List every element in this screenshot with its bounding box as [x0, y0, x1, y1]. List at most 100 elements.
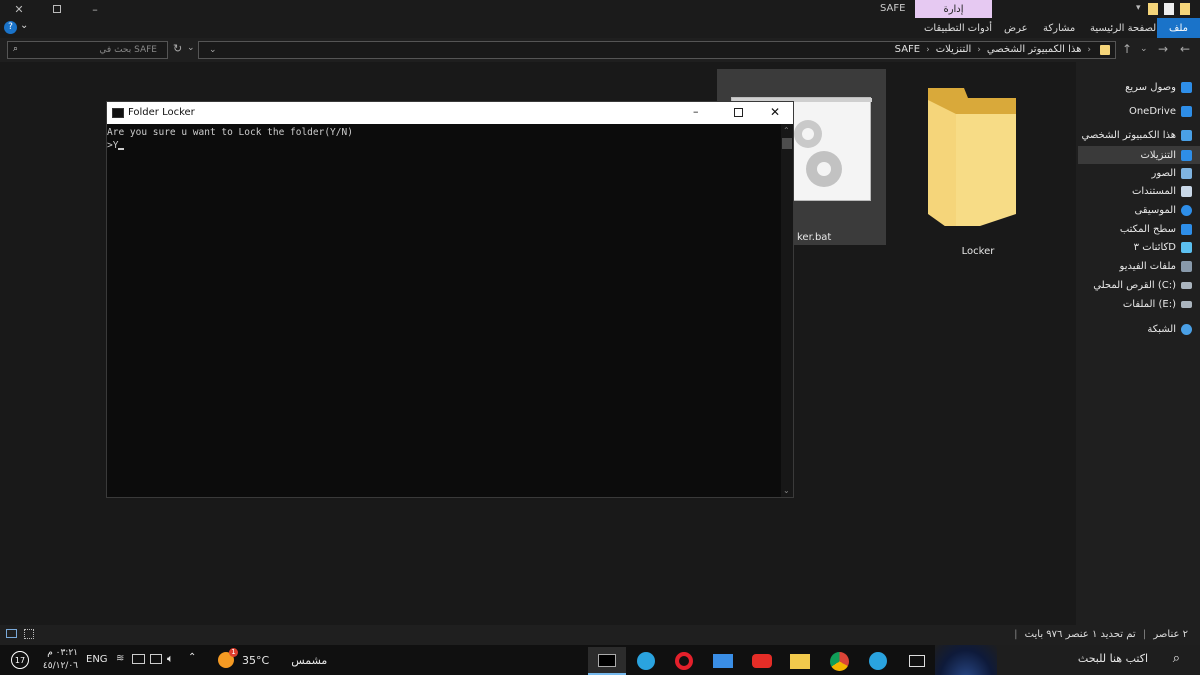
cmd-icon	[112, 108, 124, 118]
cmd-window[interactable]: Folder Locker – ✕ Are you sure u want to…	[106, 101, 794, 498]
video-icon	[1181, 260, 1192, 272]
nav-label: الشبكة	[1147, 323, 1176, 335]
properties-icon[interactable]	[1164, 3, 1174, 15]
cmd-minimize-button[interactable]: –	[693, 105, 699, 118]
file-explorer-icon	[790, 653, 810, 669]
back-arrow-icon[interactable]: ←	[1180, 42, 1190, 56]
minimize-window-button[interactable]: –	[76, 0, 114, 18]
nav-item-downloads[interactable]: التنزيلات	[1078, 146, 1200, 164]
cmd-scrollbar[interactable]: ⌃ ⌄	[781, 124, 793, 497]
details-view-icon[interactable]	[6, 629, 17, 638]
task-view-button[interactable]	[898, 647, 936, 675]
volume-icon[interactable]: 🔈︎	[167, 652, 174, 666]
tab-share[interactable]: مشاركة	[1043, 18, 1075, 38]
objects-3d-icon	[1181, 241, 1192, 253]
nav-item-onedrive[interactable]: OneDrive	[1129, 102, 1192, 120]
qat-dropdown-icon[interactable]: ▾	[1136, 3, 1141, 13]
taskbar-app-mail[interactable]	[704, 647, 742, 675]
file-item-locker[interactable]: Locker	[898, 76, 1058, 257]
nav-item-videos[interactable]: ملفات الفيديو	[1120, 257, 1192, 275]
ribbon-expand-icon[interactable]: ⌄	[20, 20, 28, 31]
nav-label: وصول سريع	[1125, 81, 1176, 93]
folder-icon	[1180, 3, 1190, 15]
scroll-down-icon[interactable]: ⌄	[783, 486, 790, 495]
taskbar-app-telegram-2[interactable]	[859, 647, 897, 675]
taskbar-app-chrome[interactable]	[820, 647, 858, 675]
breadcrumb-safe[interactable]: SAFE	[895, 44, 920, 55]
breadcrumb-downloads[interactable]: التنزيلات	[936, 44, 972, 55]
refresh-icon[interactable]: ↻	[173, 42, 182, 55]
address-bar[interactable]: ⌄ ‹ هذا الكمبيوتر الشخصي ‹ التنزيلات ‹ S…	[198, 41, 1116, 59]
nav-item-quick-access[interactable]: وصول سريع	[1125, 78, 1192, 96]
new-folder-icon[interactable]	[1148, 3, 1158, 15]
tab-file[interactable]: ملف	[1157, 18, 1200, 38]
taskbar-app-cmd[interactable]	[588, 647, 626, 675]
cmd-app-icon	[598, 653, 616, 667]
nav-item-local-disk-c[interactable]: القرص المحلي (C:)	[1093, 276, 1192, 294]
search-input[interactable]: ⌕ بحث في SAFE	[7, 41, 168, 59]
nav-label: المستندات	[1131, 185, 1176, 197]
nav-item-desktop[interactable]: سطح المكتب	[1120, 220, 1192, 238]
nav-item-3d-objects[interactable]: كائنات ٣D	[1134, 238, 1192, 256]
scroll-up-icon[interactable]: ⌃	[783, 126, 790, 135]
status-bar: ٢ عناصر | تم تحديد ١ عنصر ٩٧٦ بايت |	[0, 625, 1200, 645]
restore-window-button[interactable]	[38, 0, 76, 18]
forward-arrow-icon[interactable]: →	[1158, 42, 1168, 56]
tab-view[interactable]: عرض	[1004, 18, 1028, 38]
nav-item-network[interactable]: الشبكة	[1147, 320, 1192, 338]
youtube-icon	[752, 654, 772, 668]
nav-item-documents[interactable]: المستندات	[1132, 182, 1192, 200]
nav-item-files-e[interactable]: الملفات (E:)	[1123, 295, 1192, 313]
cmd-close-button[interactable]: ✕	[770, 105, 780, 119]
nav-label: هذا الكمبيوتر الشخصي	[1081, 129, 1177, 141]
recent-dropdown-icon[interactable]: ⌄	[1140, 44, 1148, 54]
show-hidden-icons-icon[interactable]: ⌃	[188, 652, 196, 663]
wifi-icon[interactable]: ≋	[116, 653, 124, 664]
battery-icon[interactable]	[132, 654, 145, 664]
breadcrumb-this-pc[interactable]: هذا الكمبيوتر الشخصي	[987, 44, 1082, 55]
scrollbar-thumb[interactable]	[782, 138, 792, 149]
up-arrow-icon[interactable]: ↑	[1122, 42, 1132, 56]
nav-item-this-pc[interactable]: هذا الكمبيوتر الشخصي	[1081, 126, 1192, 144]
time: ٠٣:٢١ م	[47, 648, 78, 658]
close-window-button[interactable]: ✕	[0, 0, 38, 18]
taskbar-app-youtube[interactable]	[743, 647, 781, 675]
large-icons-view-icon[interactable]	[24, 629, 34, 639]
item-count: ٢ عناصر	[1153, 629, 1188, 640]
taskbar-search-placeholder: اكتب هنا للبحث	[1077, 652, 1148, 665]
taskbar-app-file-explorer[interactable]	[781, 647, 819, 675]
language-indicator[interactable]: ENG	[86, 654, 108, 665]
file-name: Locker	[961, 246, 995, 257]
tab-app-tools[interactable]: أدوات التطبيقات	[924, 18, 992, 38]
nav-item-music[interactable]: الموسيقى	[1134, 201, 1192, 219]
address-dropdown-icon[interactable]: ⌄	[187, 43, 195, 53]
network-status-icon[interactable]	[150, 654, 162, 664]
opera-icon	[675, 652, 693, 670]
telegram-icon	[869, 652, 887, 670]
window-titlebar: ✕ – SAFE إدارة ▾	[0, 0, 1200, 18]
tab-home[interactable]: الصفحة الرئيسية	[1090, 18, 1159, 38]
breadcrumb-separator-icon: ‹	[1087, 44, 1091, 55]
notification-center-icon[interactable]: 17	[11, 651, 29, 669]
mail-icon	[713, 654, 733, 668]
history-dropdown-icon[interactable]: ⌄	[209, 45, 217, 55]
navigation-pane: وصول سريع OneDrive هذا الكمبيوتر الشخصي …	[1076, 62, 1200, 625]
nav-item-pictures[interactable]: الصور	[1152, 164, 1192, 182]
cmd-console[interactable]: Are you sure u want to Lock the folder(Y…	[107, 124, 781, 497]
cmd-maximize-button[interactable]	[734, 108, 743, 117]
weather-badge: 1	[229, 648, 238, 657]
breadcrumb-separator-icon: ‹	[977, 44, 981, 55]
taskbar-app-opera[interactable]	[665, 647, 703, 675]
weather-widget[interactable]: 1 35°C مشمس	[218, 648, 327, 670]
tab-manage[interactable]: إدارة	[915, 0, 992, 18]
drive-icon	[1181, 300, 1192, 308]
taskbar-app-telegram[interactable]	[627, 647, 665, 675]
help-icon[interactable]: ?	[4, 21, 17, 34]
search-highlight-image	[935, 645, 997, 675]
documents-icon	[1181, 185, 1192, 197]
desktop-icon	[1181, 223, 1192, 235]
folder-icon	[928, 88, 1016, 226]
cmd-titlebar[interactable]: Folder Locker – ✕	[107, 102, 793, 124]
taskbar-search-box[interactable]: اكتب هنا للبحث ⌕	[935, 645, 1200, 675]
clock[interactable]: ٠٣:٢١ م ٤٥/١٢/٠٦	[42, 647, 78, 673]
